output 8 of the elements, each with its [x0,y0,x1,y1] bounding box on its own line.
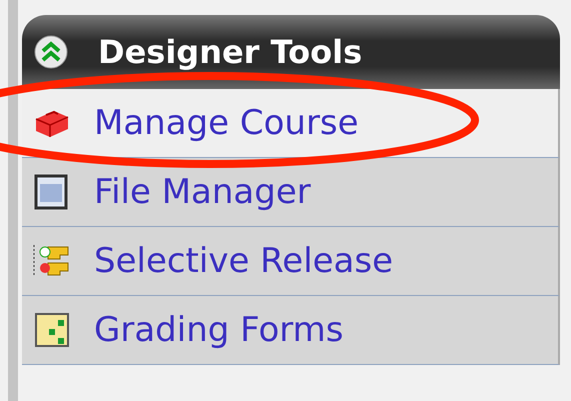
menu-item[interactable]: Grading Forms [22,296,560,365]
chevrons-icon [34,35,68,69]
menu-item[interactable]: Selective Release [22,227,560,296]
menu-item[interactable]: File Manager [22,158,560,227]
collapse-toggle[interactable] [34,35,68,69]
menu-item[interactable]: Manage Course [22,89,560,158]
grid-icon [32,312,72,348]
panel-title: Designer Tools [98,33,362,71]
